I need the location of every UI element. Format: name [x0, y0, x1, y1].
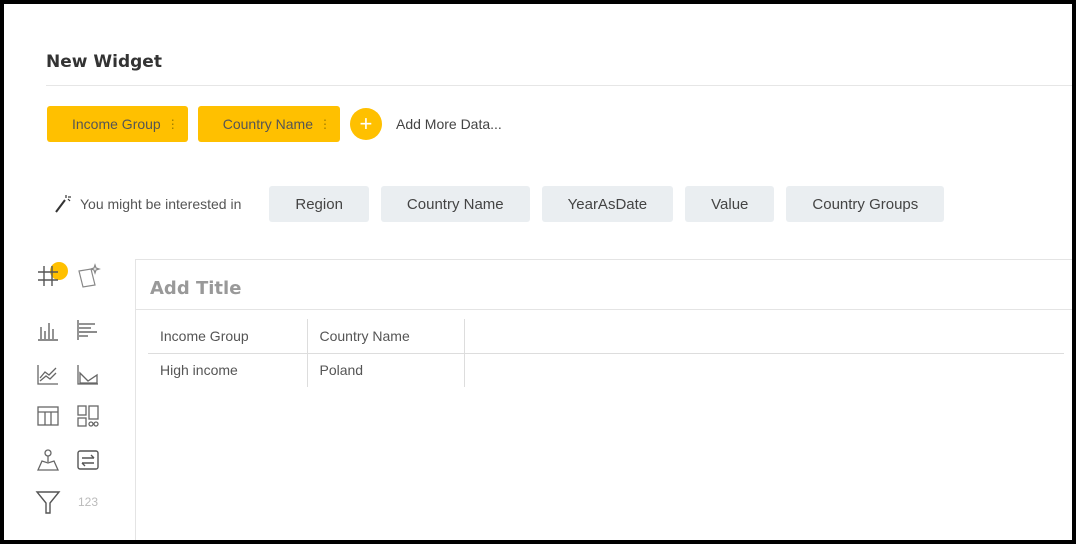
widget-editor: New Widget Income Group ⋮ Country Name ⋮…: [4, 4, 1072, 540]
header-filler: [464, 319, 1064, 354]
table-header-row: Income Group Country Name: [148, 319, 1064, 354]
chip-country-name[interactable]: Country Name ⋮: [197, 106, 340, 142]
add-more-data-link[interactable]: Add More Data...: [396, 116, 502, 132]
plus-icon[interactable]: +: [349, 108, 382, 140]
suggestion-yearasdate[interactable]: YearAsDate: [541, 186, 674, 222]
more-vertical-icon[interactable]: ⋮: [167, 117, 179, 131]
data-chips-row: Income Group ⋮ Country Name ⋮ + Add More…: [47, 106, 502, 142]
suggestions-label: You might be interested in: [80, 196, 242, 212]
table-cell[interactable]: Poland: [307, 353, 465, 387]
bar-chart-icon[interactable]: [74, 316, 102, 344]
table-cell[interactable]: High income: [148, 353, 308, 387]
more-vertical-icon[interactable]: ⋮: [319, 117, 331, 131]
row-filler: [464, 353, 1064, 387]
area-chart-icon[interactable]: [74, 360, 102, 388]
pivot-table-icon[interactable]: [34, 402, 62, 430]
chip-label: Income Group: [72, 116, 161, 132]
dashboard-layout-icon[interactable]: [74, 402, 102, 430]
column-header[interactable]: Income Group: [148, 319, 308, 354]
divider: [136, 309, 1072, 310]
header: New Widget: [46, 52, 1072, 86]
smart-insights-icon[interactable]: [74, 262, 102, 290]
widget-preview-panel: Add Title Income Group Country Name High…: [135, 259, 1072, 540]
suggestion-value[interactable]: Value: [685, 186, 775, 222]
suggestion-country-name[interactable]: Country Name: [380, 186, 530, 222]
column-header[interactable]: Country Name: [307, 319, 465, 354]
suggestion-country-groups[interactable]: Country Groups: [786, 186, 945, 222]
magic-wand-icon: [55, 195, 71, 213]
kpi-number-icon[interactable]: 123: [74, 488, 102, 516]
column-chart-icon[interactable]: [34, 316, 62, 344]
chip-income-group[interactable]: Income Group ⋮: [47, 106, 188, 142]
suggestion-region[interactable]: Region: [269, 186, 369, 222]
suggestions-row: You might be interested in Region Countr…: [52, 186, 956, 222]
data-table: Income Group Country Name High income Po…: [148, 319, 1064, 387]
page-title: New Widget: [46, 52, 162, 72]
line-chart-icon[interactable]: [34, 360, 62, 388]
table-grid-icon[interactable]: [34, 262, 62, 290]
add-title-input[interactable]: Add Title: [150, 278, 241, 299]
map-pin-icon[interactable]: [34, 446, 62, 474]
chip-label: Country Name: [222, 116, 313, 132]
funnel-icon[interactable]: [34, 488, 62, 516]
swap-icon[interactable]: [74, 446, 102, 474]
table-row: High income Poland: [148, 353, 1064, 387]
